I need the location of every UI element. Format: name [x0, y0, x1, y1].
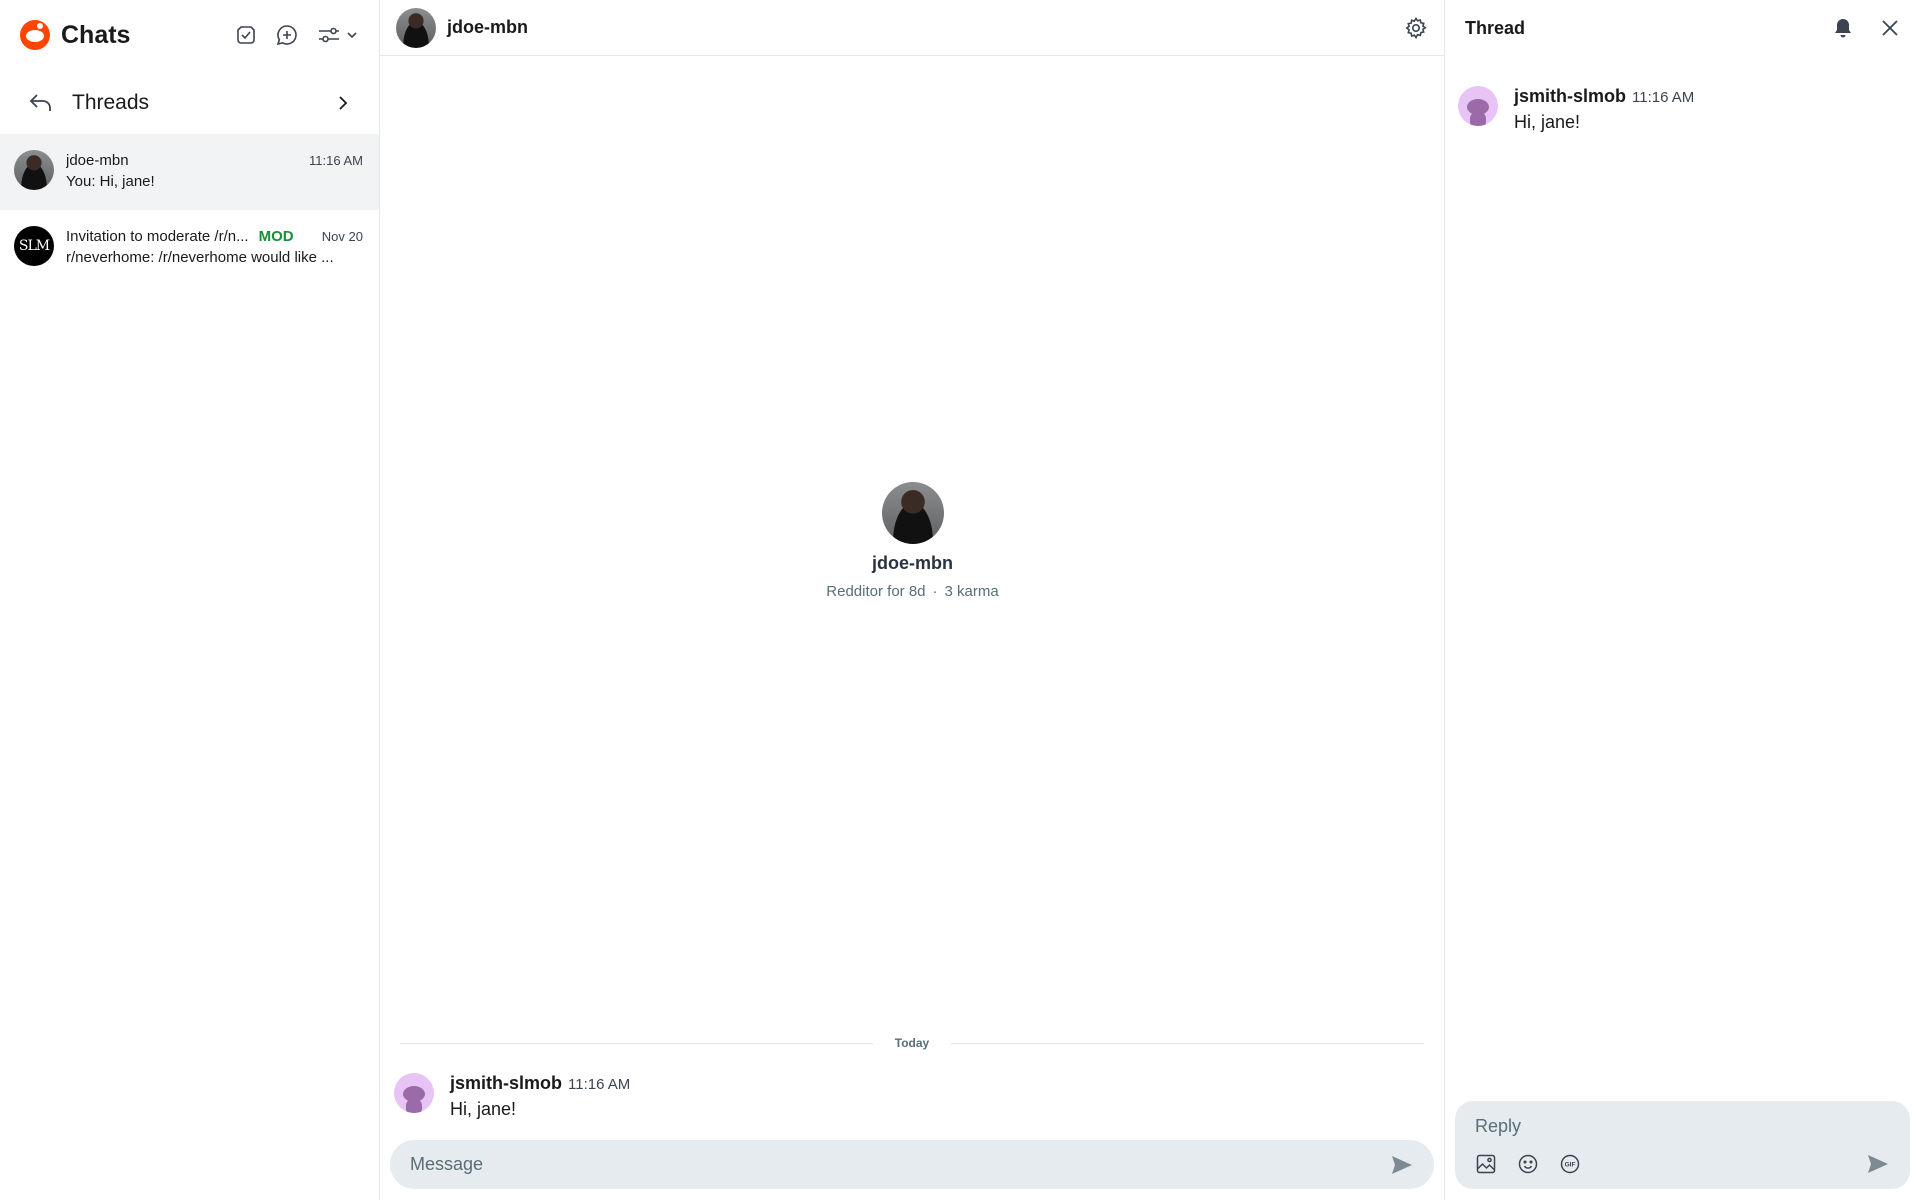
new-chat-button[interactable] [275, 23, 299, 47]
chat-panel: jdoe-mbn jdoe-mbn Redditor for 8d · 3 karm… [380, 0, 1445, 1200]
new-chat-icon [276, 25, 297, 46]
conversation-name: jdoe-mbn [66, 151, 129, 169]
emoji-icon [1518, 1154, 1538, 1174]
chat-header: jdoe-mbn [380, 0, 1444, 56]
conversation-time: 11:16 AM [309, 152, 363, 168]
chevron-right-icon [339, 96, 348, 110]
send-button[interactable] [1390, 1154, 1414, 1176]
filter-icon [319, 27, 339, 43]
thread-message: jsmith-slmob 11:16 AM Hi, jane! [1458, 86, 1694, 133]
profile-karma: 3 karma [944, 583, 999, 600]
message-input[interactable] [410, 1154, 1390, 1175]
image-icon [1476, 1154, 1496, 1174]
reply-send-button[interactable] [1866, 1153, 1890, 1175]
thread-header: Thread [1445, 0, 1920, 56]
filter-button[interactable] [317, 25, 359, 45]
conversation-body: jdoe-mbn 11:16 AM You: Hi, jane! [66, 150, 363, 191]
message-composer [390, 1140, 1434, 1189]
threads-link[interactable]: Threads [0, 72, 379, 134]
message-author[interactable]: jsmith-slmob [1514, 86, 1626, 107]
avatar [14, 150, 54, 190]
message-time: 11:16 AM [1632, 89, 1695, 106]
back-arrow-icon [29, 94, 51, 111]
conversation-name: Invitation to moderate /r/n... [66, 227, 249, 245]
reply-toolbar: GIF [1475, 1153, 1890, 1175]
profile-avatar[interactable] [881, 482, 944, 544]
threads-label: Threads [72, 91, 150, 114]
close-thread-button[interactable] [1880, 18, 1900, 38]
meta-separator: · [932, 583, 938, 600]
sidebar-title: Chats [61, 20, 131, 49]
avatar[interactable] [396, 7, 436, 48]
date-divider: Today [400, 1036, 1425, 1050]
message-time: 11:16 AM [568, 1076, 631, 1093]
send-icon [1868, 1155, 1888, 1173]
sidebar-header: Chats [0, 0, 379, 70]
bell-icon [1835, 19, 1851, 38]
gif-button[interactable]: GIF [1559, 1153, 1581, 1175]
chat-sidebar: Chats Threads jdoe-mbn 11:16 AM You: Hi,… [0, 0, 380, 1200]
chat-settings-button[interactable] [1404, 16, 1428, 40]
reddit-logo-icon [20, 20, 50, 50]
date-divider-label: Today [894, 1036, 930, 1050]
gif-icon: GIF [1560, 1154, 1580, 1174]
sidebar-actions [235, 23, 359, 47]
conversation-body: Invitation to moderate /r/n... MOD Nov 2… [66, 226, 363, 267]
subreddit-avatar: SLM [14, 226, 54, 266]
profile-name[interactable]: jdoe-mbn [380, 553, 1445, 574]
chat-message: jsmith-slmob 11:16 AM Hi, jane! [394, 1073, 630, 1120]
divider-line [951, 1042, 1425, 1044]
profile-age: Redditor for 8d [826, 583, 926, 600]
attach-image-button[interactable] [1475, 1153, 1497, 1175]
thread-title: Thread [1465, 17, 1526, 38]
conversation-preview: r/neverhome: /r/neverhome would like ... [66, 249, 334, 266]
divider-line [400, 1042, 873, 1044]
conversation-time: Nov 20 [321, 228, 363, 244]
chat-title[interactable]: jdoe-mbn [447, 17, 528, 38]
user-avatar[interactable] [394, 1073, 434, 1113]
gif-label: GIF [1565, 1162, 1576, 1169]
conversation-item[interactable]: SLM Invitation to moderate /r/n... MOD N… [0, 210, 379, 286]
reply-input[interactable] [1475, 1113, 1890, 1139]
conversation-preview: You: Hi, jane! [66, 173, 155, 190]
notifications-button[interactable] [1832, 17, 1854, 39]
profile-meta: Redditor for 8d · 3 karma [380, 583, 1445, 600]
reply-composer: GIF [1455, 1101, 1910, 1189]
message-text: Hi, jane! [1514, 112, 1581, 132]
emoji-button[interactable] [1517, 1153, 1539, 1175]
chat-app: Chats Threads jdoe-mbn 11:16 AM You: Hi,… [0, 0, 1920, 1200]
user-avatar[interactable] [1458, 86, 1498, 126]
gear-icon [1405, 16, 1427, 39]
close-icon [1882, 20, 1898, 36]
mark-read-icon [237, 26, 255, 44]
profile-card: jdoe-mbn Redditor for 8d · 3 karma [380, 482, 1445, 600]
conversation-item[interactable]: jdoe-mbn 11:16 AM You: Hi, jane! [0, 134, 379, 210]
thread-panel: Thread jsmith-slmob 11:16 AM Hi, jane! R… [1445, 0, 1920, 1200]
send-icon [1392, 1155, 1412, 1174]
chevron-down-icon [347, 32, 357, 39]
message-text: Hi, jane! [450, 1099, 517, 1119]
mark-read-button[interactable] [235, 24, 257, 46]
mod-badge: MOD [258, 227, 294, 245]
message-author[interactable]: jsmith-slmob [450, 1073, 562, 1094]
